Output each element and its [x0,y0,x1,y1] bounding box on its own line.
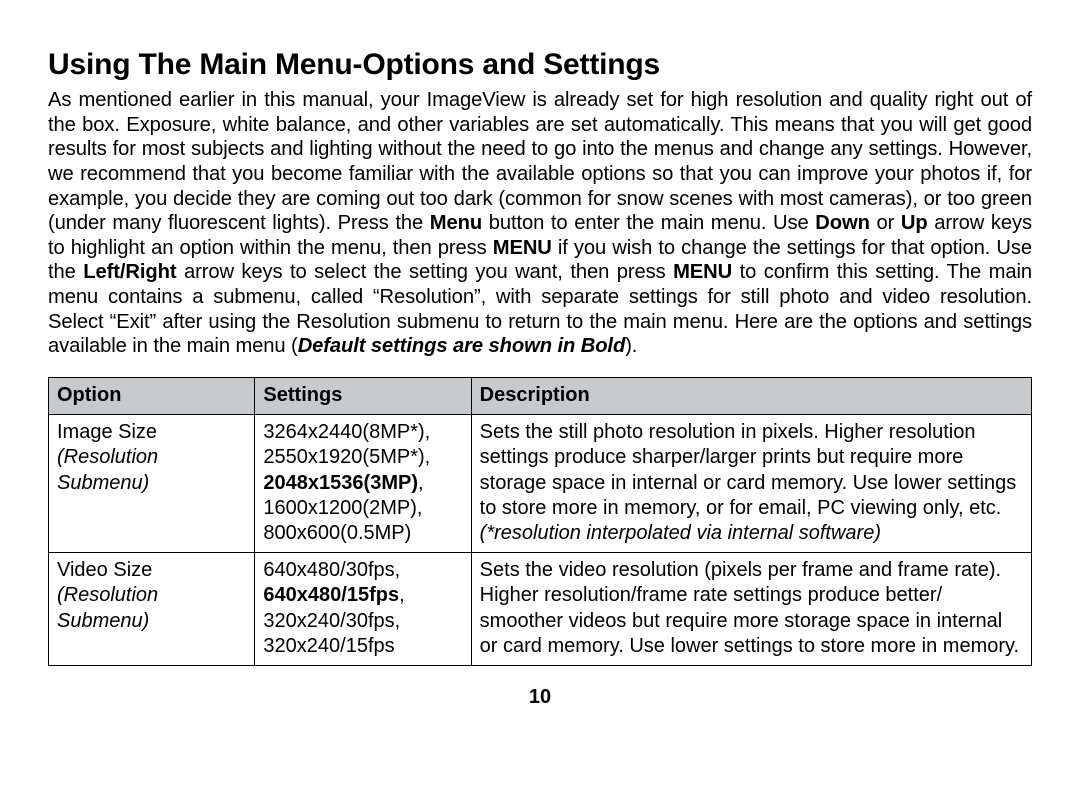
option-title: Image Size [57,420,246,445]
intro-paragraph: As mentioned earlier in this manual, you… [48,88,1032,359]
intro-text: ). [625,335,637,357]
intro-bold-menu3: MENU [673,261,732,283]
setting-line: 320x240/15fps [263,634,462,659]
setting-line: 1600x1200(2MP), [263,496,462,521]
setting-default: 640x480/15fps [263,584,399,606]
setting-line: 2550x1920(5MP*), [263,445,462,470]
intro-bold-leftright: Left/Right [83,261,176,283]
table-row: Image Size(Resolution Submenu)3264x2440(… [49,415,1032,553]
description-text: Sets the video resolution (pixels per fr… [480,559,1019,657]
option-subnote: (Resolution Submenu) [57,583,246,633]
manual-page: Using The Main Menu-Options and Settings… [0,0,1080,729]
settings-cell: 3264x2440(8MP*),2550x1920(5MP*),2048x153… [255,415,471,553]
setting-line: 3264x2440(8MP*), [263,420,462,445]
intro-bold-menu: Menu [430,212,482,234]
table-row: Video Size(Resolution Submenu)640x480/30… [49,553,1032,666]
option-cell: Video Size(Resolution Submenu) [49,553,255,666]
setting-line: 800x600(0.5MP) [263,521,462,546]
setting-default: 2048x1536(3MP) [263,472,418,494]
description-cell: Sets the still photo resolution in pixel… [471,415,1031,553]
header-settings: Settings [255,378,471,415]
setting-line: 2048x1536(3MP), [263,471,462,496]
page-number: 10 [48,686,1032,709]
page-title: Using The Main Menu-Options and Settings [48,48,1032,82]
description-note: (*resolution interpolated via internal s… [480,522,881,544]
intro-text: arrow keys to select the setting you wan… [176,261,673,283]
option-subnote: (Resolution Submenu) [57,445,246,495]
intro-bold-menu2: MENU [493,237,552,259]
intro-text: button to enter the main menu. Use [482,212,815,234]
intro-text: or [870,212,901,234]
options-table: Option Settings Description Image Size(R… [48,377,1032,666]
setting-line: 320x240/30fps, [263,609,462,634]
option-title: Video Size [57,558,246,583]
intro-bold-down: Down [815,212,870,234]
option-cell: Image Size(Resolution Submenu) [49,415,255,553]
setting-line: 640x480/30fps, [263,558,462,583]
description-cell: Sets the video resolution (pixels per fr… [471,553,1031,666]
description-text: Sets the still photo resolution in pixel… [480,421,1017,519]
header-option: Option [49,378,255,415]
setting-line: 640x480/15fps, [263,583,462,608]
intro-bold-italic-default: Default settings are shown in Bold [298,335,626,357]
table-header-row: Option Settings Description [49,378,1032,415]
settings-cell: 640x480/30fps,640x480/15fps,320x240/30fp… [255,553,471,666]
intro-bold-up: Up [901,212,928,234]
header-description: Description [471,378,1031,415]
